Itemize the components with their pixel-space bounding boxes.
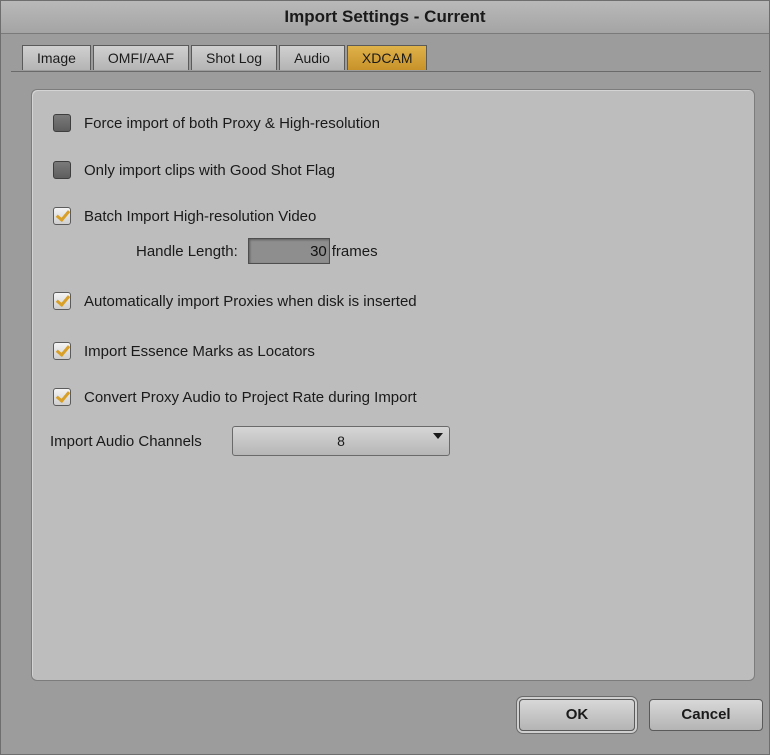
tab-xdcam[interactable]: XDCAM [346, 45, 428, 70]
checkbox[interactable] [53, 114, 71, 132]
option-essence-marks[interactable]: Import Essence Marks as Locators [53, 339, 315, 363]
import-settings-window: Import Settings - Current Image OMFI/AAF… [0, 0, 770, 755]
audio-channels-label: Import Audio Channels [50, 433, 202, 450]
option-convert-proxy-audio[interactable]: Convert Proxy Audio to Project Rate duri… [53, 385, 417, 409]
option-label: Convert Proxy Audio to Project Rate duri… [84, 388, 417, 406]
tab-shot-log[interactable]: Shot Log [191, 45, 278, 70]
option-good-shot-flag[interactable]: Only import clips with Good Shot Flag [53, 158, 335, 182]
audio-channels-select[interactable]: 8 [232, 426, 450, 456]
option-batch-import[interactable]: Batch Import High-resolution Video [53, 204, 316, 228]
cancel-button[interactable]: Cancel [649, 699, 763, 731]
checkbox[interactable] [53, 207, 71, 225]
option-label: Force import of both Proxy & High-resolu… [84, 114, 380, 132]
handle-length-row: Handle Length: frames [136, 237, 378, 265]
handle-length-unit: frames [331, 242, 378, 260]
checkbox[interactable] [53, 388, 71, 406]
option-label: Only import clips with Good Shot Flag [84, 161, 335, 179]
checkbox[interactable] [53, 342, 71, 360]
checkbox[interactable] [53, 161, 71, 179]
window-title: Import Settings - Current [1, 1, 769, 34]
option-auto-import-proxies[interactable]: Automatically import Proxies when disk i… [53, 289, 417, 313]
handle-length-input[interactable] [247, 238, 330, 264]
option-label: Batch Import High-resolution Video [84, 207, 317, 225]
ok-button[interactable]: OK [519, 699, 635, 731]
checkbox[interactable] [53, 292, 71, 310]
dropdown-arrow-icon[interactable] [433, 433, 443, 439]
tab-bar: Image OMFI/AAF Shot Log Audio XDCAM [22, 45, 429, 71]
tab-divider [11, 71, 761, 72]
option-force-import[interactable]: Force import of both Proxy & High-resolu… [53, 111, 380, 135]
handle-length-label: Handle Length: [136, 242, 238, 260]
option-label: Automatically import Proxies when disk i… [84, 292, 417, 310]
audio-channels-value: 8 [337, 433, 345, 449]
option-label: Import Essence Marks as Locators [84, 342, 315, 360]
tab-omfi-aaf[interactable]: OMFI/AAF [92, 45, 190, 70]
tab-image[interactable]: Image [22, 45, 91, 70]
tab-audio[interactable]: Audio [279, 45, 345, 70]
